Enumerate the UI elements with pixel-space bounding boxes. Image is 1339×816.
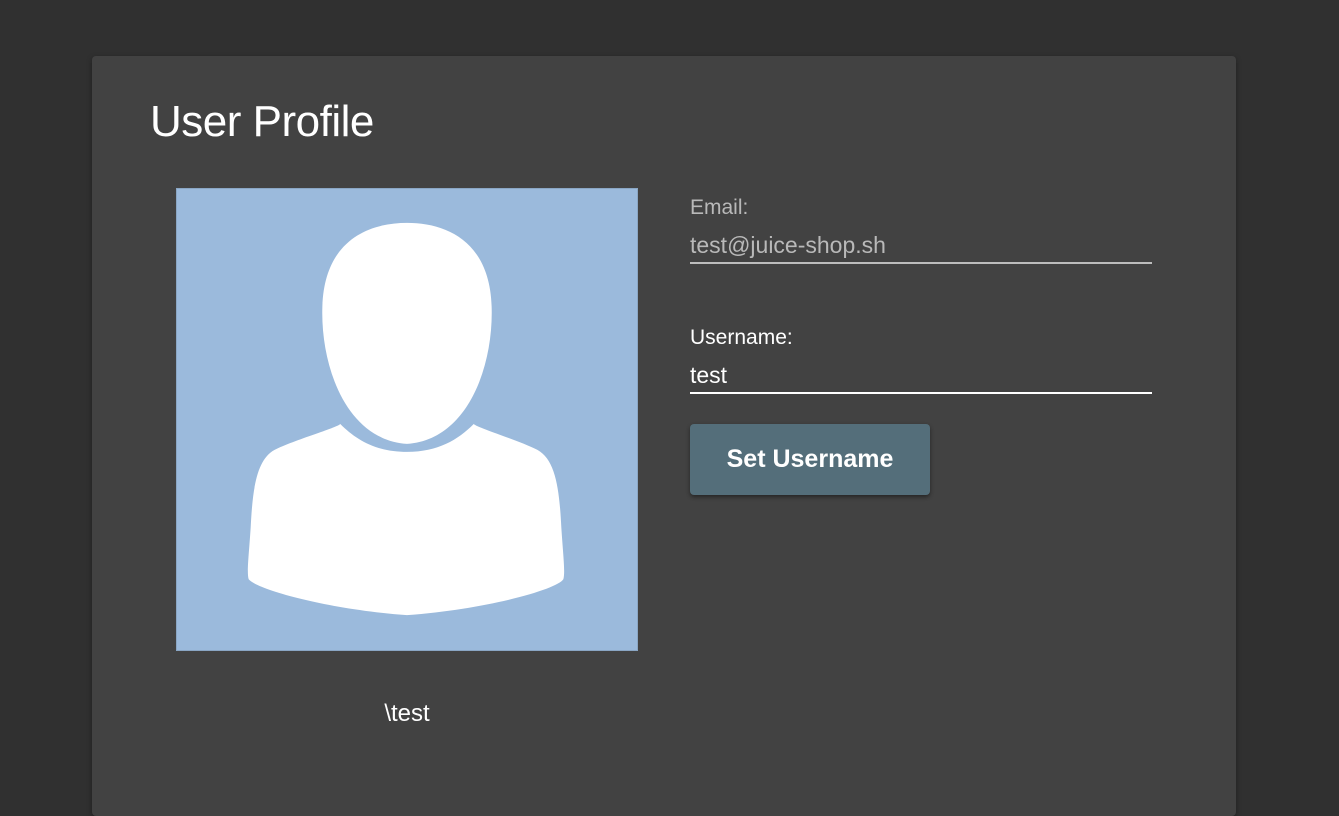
username-field: Username: xyxy=(690,324,1152,394)
set-username-button[interactable]: Set Username xyxy=(690,424,930,495)
email-field: Email: xyxy=(690,194,1152,264)
profile-image xyxy=(176,188,638,651)
profile-display-name: \test xyxy=(384,700,430,727)
email-label: Email: xyxy=(690,196,749,219)
user-profile-card: User Profile \test Email: Username: Set … xyxy=(92,56,1236,816)
page-title: User Profile xyxy=(150,97,374,146)
user-silhouette-icon xyxy=(177,189,637,650)
email-input xyxy=(690,228,1152,264)
username-label: Username: xyxy=(690,326,793,349)
username-input[interactable] xyxy=(690,358,1152,394)
